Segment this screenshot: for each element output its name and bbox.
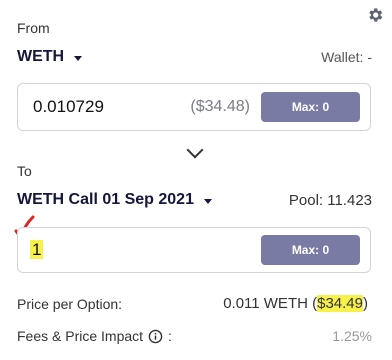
- caret-down-icon: [203, 198, 212, 204]
- fees-colon: :: [168, 328, 172, 344]
- from-token-select[interactable]: WETH: [17, 48, 83, 66]
- price-per-option-value: 0.011 WETH ($34.49): [223, 295, 368, 312]
- from-label: From: [17, 20, 50, 36]
- chevron-down-icon: [186, 141, 204, 159]
- from-amount-input[interactable]: 0.010729: [33, 97, 104, 117]
- from-amount-box: 0.010729 ($34.48) Max: 0: [17, 83, 371, 131]
- price-per-option-label: Price per Option:: [17, 296, 123, 312]
- wallet-balance: Wallet: -: [321, 49, 372, 65]
- price-value-usd: $34.49: [317, 295, 363, 312]
- from-token-name: WETH: [17, 48, 65, 65]
- info-icon[interactable]: [148, 329, 163, 344]
- fees-label: Fees & Price Impact: [17, 328, 144, 344]
- settings-gear-icon[interactable]: [366, 6, 384, 24]
- fees-value: 1.25%: [332, 328, 372, 344]
- to-max-button[interactable]: Max: 0: [261, 235, 360, 265]
- to-label: To: [17, 163, 32, 179]
- fees-row: Fees & Price Impact :: [17, 328, 172, 344]
- from-max-button[interactable]: Max: 0: [261, 92, 360, 122]
- to-amount-box: 1 Max: 0: [17, 227, 371, 273]
- to-amount-value: 1: [30, 240, 44, 259]
- pool-size: Pool: 11.423: [288, 192, 372, 209]
- to-token-name: WETH Call 01 Sep 2021: [17, 191, 194, 208]
- from-amount-usd: ($34.48): [190, 98, 250, 115]
- price-value-suffix: ): [363, 295, 368, 312]
- caret-down-icon: [74, 55, 83, 61]
- swap-direction-button[interactable]: [185, 141, 205, 160]
- price-value-prefix: 0.011 WETH (: [223, 295, 318, 312]
- to-amount-input[interactable]: 1: [30, 240, 44, 260]
- to-token-select[interactable]: WETH Call 01 Sep 2021: [17, 191, 212, 209]
